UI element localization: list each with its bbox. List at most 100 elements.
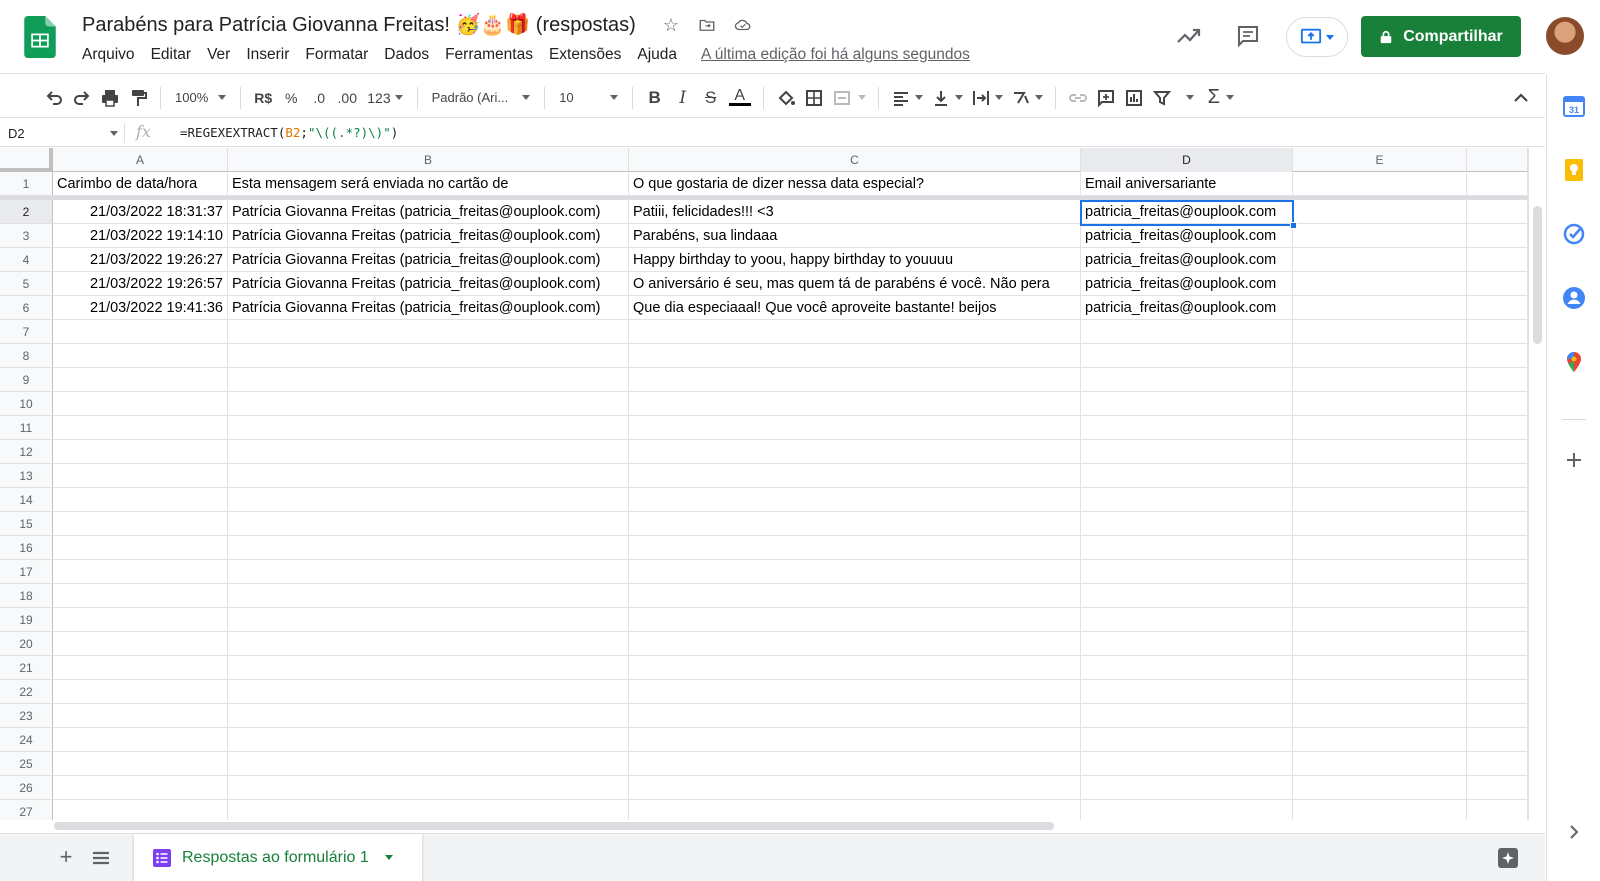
menu-formatar[interactable]: Formatar bbox=[297, 46, 376, 64]
cell[interactable] bbox=[1467, 488, 1528, 512]
row-header[interactable]: 14 bbox=[0, 488, 53, 512]
cell[interactable] bbox=[1293, 464, 1467, 488]
sheet-tab-respostas[interactable]: Respostas ao formulário 1 bbox=[134, 834, 422, 881]
maps-icon[interactable] bbox=[1562, 350, 1586, 374]
cell[interactable] bbox=[1293, 272, 1467, 296]
cell[interactable] bbox=[629, 752, 1081, 776]
cell[interactable] bbox=[53, 344, 228, 368]
percent-format-button[interactable]: % bbox=[277, 84, 305, 112]
cell[interactable] bbox=[1081, 584, 1293, 608]
cell[interactable] bbox=[1467, 416, 1528, 440]
cell[interactable] bbox=[1293, 320, 1467, 344]
cell[interactable]: O aniversário é seu, mas quem tá de para… bbox=[629, 272, 1081, 296]
cell[interactable] bbox=[1467, 752, 1528, 776]
cell[interactable] bbox=[1081, 320, 1293, 344]
cell[interactable] bbox=[1293, 392, 1467, 416]
cell[interactable] bbox=[629, 488, 1081, 512]
cell[interactable] bbox=[629, 344, 1081, 368]
bold-icon[interactable]: B bbox=[641, 84, 669, 112]
row-header[interactable]: 16 bbox=[0, 536, 53, 560]
comments-icon[interactable] bbox=[1236, 24, 1260, 48]
cell[interactable]: 21/03/2022 19:26:57 bbox=[53, 272, 228, 296]
cell[interactable] bbox=[629, 680, 1081, 704]
row-header[interactable]: 15 bbox=[0, 512, 53, 536]
last-edit-link[interactable]: A última edição foi há alguns segundos bbox=[701, 46, 970, 64]
name-box[interactable]: D2 bbox=[8, 124, 118, 142]
cell[interactable] bbox=[228, 632, 629, 656]
cell[interactable] bbox=[53, 728, 228, 752]
menu-ajuda[interactable]: Ajuda bbox=[629, 46, 685, 64]
cell[interactable] bbox=[1467, 296, 1528, 320]
cell[interactable] bbox=[1293, 416, 1467, 440]
cell[interactable]: Patrícia Giovanna Freitas (patricia_frei… bbox=[228, 296, 629, 320]
cell[interactable] bbox=[1293, 584, 1467, 608]
cell[interactable] bbox=[1467, 320, 1528, 344]
cell[interactable]: Patrícia Giovanna Freitas (patricia_frei… bbox=[228, 224, 629, 248]
cell[interactable] bbox=[228, 536, 629, 560]
cell[interactable] bbox=[1467, 224, 1528, 248]
cell[interactable] bbox=[53, 416, 228, 440]
cell[interactable] bbox=[228, 776, 629, 800]
cell[interactable] bbox=[228, 320, 629, 344]
cell[interactable] bbox=[53, 800, 228, 820]
merge-cells-icon[interactable] bbox=[828, 84, 870, 112]
row-header[interactable]: 12 bbox=[0, 440, 53, 464]
cell[interactable] bbox=[629, 776, 1081, 800]
cell[interactable] bbox=[228, 800, 629, 820]
cell[interactable]: 21/03/2022 18:31:37 bbox=[53, 200, 228, 224]
fill-handle[interactable] bbox=[1290, 222, 1297, 229]
header-cell[interactable]: O que gostaria de dizer nessa data espec… bbox=[629, 172, 1081, 196]
cell[interactable]: 21/03/2022 19:14:10 bbox=[53, 224, 228, 248]
cell[interactable] bbox=[228, 344, 629, 368]
cell[interactable] bbox=[1467, 680, 1528, 704]
cell[interactable] bbox=[53, 368, 228, 392]
decrease-decimal-button[interactable]: .0 bbox=[305, 84, 333, 112]
menu-extensoes[interactable]: Extensões bbox=[541, 46, 629, 64]
contacts-icon[interactable] bbox=[1562, 286, 1586, 310]
text-rotation-icon[interactable] bbox=[1007, 84, 1047, 112]
cell[interactable] bbox=[1081, 464, 1293, 488]
menu-ver[interactable]: Ver bbox=[199, 46, 238, 64]
insert-link-icon[interactable] bbox=[1064, 84, 1092, 112]
row-header[interactable]: 18 bbox=[0, 584, 53, 608]
cell[interactable] bbox=[53, 488, 228, 512]
cell[interactable] bbox=[228, 560, 629, 584]
cell[interactable] bbox=[228, 392, 629, 416]
cell[interactable] bbox=[1081, 800, 1293, 820]
cell[interactable] bbox=[629, 440, 1081, 464]
present-button[interactable] bbox=[1286, 17, 1348, 57]
cell[interactable] bbox=[1081, 416, 1293, 440]
cell[interactable] bbox=[1293, 560, 1467, 584]
cell[interactable] bbox=[1467, 608, 1528, 632]
row-header[interactable]: 2 bbox=[0, 200, 53, 224]
cell[interactable] bbox=[1293, 296, 1467, 320]
cell[interactable] bbox=[1293, 440, 1467, 464]
cell[interactable] bbox=[1081, 704, 1293, 728]
header-cell[interactable] bbox=[1293, 172, 1467, 196]
cell[interactable] bbox=[228, 488, 629, 512]
cell[interactable] bbox=[629, 800, 1081, 820]
cell[interactable] bbox=[1467, 368, 1528, 392]
menu-arquivo[interactable]: Arquivo bbox=[74, 46, 143, 64]
cell[interactable] bbox=[1467, 728, 1528, 752]
calendar-icon[interactable]: 31 bbox=[1562, 94, 1586, 118]
strikethrough-icon[interactable]: S bbox=[697, 84, 725, 112]
row-header[interactable]: 24 bbox=[0, 728, 53, 752]
header-cell[interactable]: Email aniversariante bbox=[1081, 172, 1293, 196]
cell[interactable] bbox=[1293, 488, 1467, 512]
row-header[interactable]: 4 bbox=[0, 248, 53, 272]
header-cell[interactable]: Esta mensagem será enviada no cartão de bbox=[228, 172, 629, 196]
borders-icon[interactable] bbox=[800, 84, 828, 112]
cell[interactable] bbox=[1081, 512, 1293, 536]
menu-inserir[interactable]: Inserir bbox=[238, 46, 297, 64]
cell[interactable] bbox=[1467, 248, 1528, 272]
cell[interactable] bbox=[53, 536, 228, 560]
cell[interactable] bbox=[629, 464, 1081, 488]
row-header[interactable]: 11 bbox=[0, 416, 53, 440]
row-header[interactable]: 10 bbox=[0, 392, 53, 416]
cell[interactable] bbox=[629, 320, 1081, 344]
cell[interactable] bbox=[629, 368, 1081, 392]
cell[interactable] bbox=[228, 704, 629, 728]
cell[interactable] bbox=[1081, 488, 1293, 512]
formula-input[interactable]: =REGEXEXTRACT(B2;"\((.*?)\)") bbox=[180, 125, 398, 140]
